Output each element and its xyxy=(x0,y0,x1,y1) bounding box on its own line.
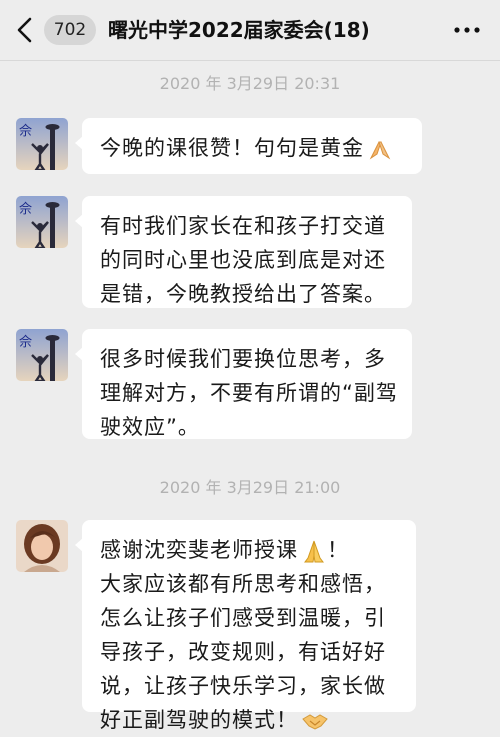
message-line: 大家应该都有所思考和感悟， xyxy=(100,572,386,596)
message-line: 有时我们家长在和孩子打交道 xyxy=(100,214,386,238)
message-line: 很多时候我们要换位思考，多 xyxy=(100,347,386,371)
svg-text:佘: 佘 xyxy=(19,201,32,217)
message-timestamp: 2020 年 3月29日 20:31 xyxy=(159,74,341,93)
sender-avatar[interactable] xyxy=(16,520,68,572)
message-bubble[interactable]: 感谢沈奕斐老师授课 ！ 大家应该都有所思考和感悟， 怎么让孩子们感受到温暖，引 … xyxy=(75,520,416,732)
message-line: 感谢沈奕斐老师授课 ！ xyxy=(100,538,349,563)
avatar-photo-icon: 佘 xyxy=(16,196,68,248)
chat-title: 曙光中学2022届家委会(18) xyxy=(108,18,370,42)
message-line: 今晚的课很赞！句句是黄金 xyxy=(100,131,405,165)
folded-hands-icon xyxy=(304,540,324,563)
avatar-photo-icon: 佘 xyxy=(16,329,68,381)
sender-avatar[interactable]: 佘 xyxy=(16,329,68,381)
avatar-photo-icon: 佘 xyxy=(16,118,68,170)
svg-text:佘: 佘 xyxy=(19,123,32,139)
message-line: 说，让孩子快乐学习，家长做 xyxy=(100,674,386,698)
handshake-icon xyxy=(302,714,328,730)
message-line: 好正副驾驶的模式！ xyxy=(100,703,399,737)
message-line: 是错，今晚教授给出了答案。 xyxy=(100,282,386,306)
praise-hands-icon xyxy=(369,141,391,160)
message-bubble[interactable]: 很多时候我们要换位思考，多 理解对方，不要有所谓的“副驾 驶效应”。 xyxy=(75,329,412,439)
sender-avatar[interactable]: 佘 xyxy=(16,196,68,248)
svg-text:佘: 佘 xyxy=(19,334,32,350)
message-line: 的同时心里也没底到底是对还 xyxy=(100,248,386,272)
message-timestamp: 2020 年 3月29日 21:00 xyxy=(159,478,341,497)
message-line: 怎么让孩子们感受到温暖，引 xyxy=(100,606,386,630)
back-arrow-icon[interactable] xyxy=(14,16,36,44)
message-line: 驶效应”。 xyxy=(100,415,200,439)
sender-avatar[interactable]: 佘 xyxy=(16,118,68,170)
more-options-icon[interactable] xyxy=(452,22,482,38)
chat-header: 702 曙光中学2022届家委会(18) xyxy=(0,0,500,61)
unread-count-badge[interactable]: 702 xyxy=(44,15,96,45)
message-bubble[interactable]: 今晚的课很赞！句句是黄金 xyxy=(75,118,422,174)
message-line: 理解对方，不要有所谓的“副驾 xyxy=(100,381,398,405)
message-bubble[interactable]: 有时我们家长在和孩子打交道 的同时心里也没底到底是对还 是错，今晚教授给出了答案… xyxy=(75,196,412,308)
avatar-photo-icon xyxy=(16,520,68,572)
message-line: 导孩子，改变规则，有话好好 xyxy=(100,640,386,664)
